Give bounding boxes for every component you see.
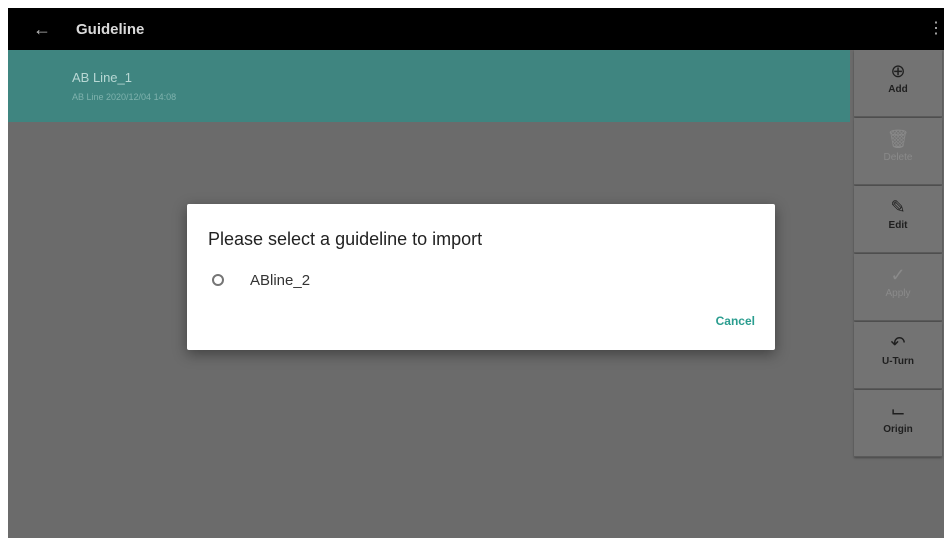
- cancel-button[interactable]: Cancel: [716, 314, 755, 328]
- action-sidebar: ⊕ Add 🗑 Delete ✎ Edit ✓ Apply ↶ U-Turn ⌙…: [850, 50, 944, 538]
- trash-icon: 🗑: [886, 129, 910, 149]
- list-item-subtitle: AB Line 2020/12/04 14:08: [72, 92, 177, 102]
- edit-button[interactable]: ✎ Edit: [854, 186, 942, 253]
- import-guideline-dialog: Please select a guideline to import ABli…: [187, 204, 775, 350]
- radio-button[interactable]: [212, 274, 224, 286]
- add-circle-icon: ⊕: [890, 61, 906, 81]
- apply-button-label: Apply: [885, 288, 911, 299]
- page-title: Guideline: [76, 21, 145, 38]
- delete-button-label: Delete: [883, 152, 913, 163]
- edit-button-label: Edit: [888, 220, 908, 231]
- origin-button[interactable]: ⌙ Origin: [854, 390, 942, 457]
- delete-button[interactable]: 🗑 Delete: [854, 118, 942, 185]
- origin-icon: ⌙: [890, 401, 906, 421]
- dialog-title: Please select a guideline to import: [208, 229, 483, 249]
- list-item-name: AB Line_1: [72, 70, 132, 85]
- guideline-option[interactable]: ABline_2: [208, 268, 508, 294]
- more-options-icon[interactable]: ⋮: [928, 19, 944, 39]
- u-turn-icon: ↶: [890, 333, 906, 353]
- top-app-bar: ← Guideline ⋮: [8, 8, 944, 50]
- list-item[interactable]: AB Line_1 AB Line 2020/12/04 14:08: [8, 50, 850, 122]
- back-arrow-icon[interactable]: ←: [32, 19, 52, 39]
- guideline-option-label: ABline_2: [250, 272, 311, 289]
- check-icon: ✓: [890, 265, 906, 285]
- apply-button[interactable]: ✓ Apply: [854, 254, 942, 321]
- edit-icon: ✎: [890, 197, 906, 217]
- origin-button-label: Origin: [883, 424, 913, 435]
- add-button-label: Add: [888, 84, 908, 95]
- u-turn-button-label: U-Turn: [881, 356, 915, 367]
- add-button[interactable]: ⊕ Add: [854, 50, 942, 117]
- u-turn-button[interactable]: ↶ U-Turn: [854, 322, 942, 389]
